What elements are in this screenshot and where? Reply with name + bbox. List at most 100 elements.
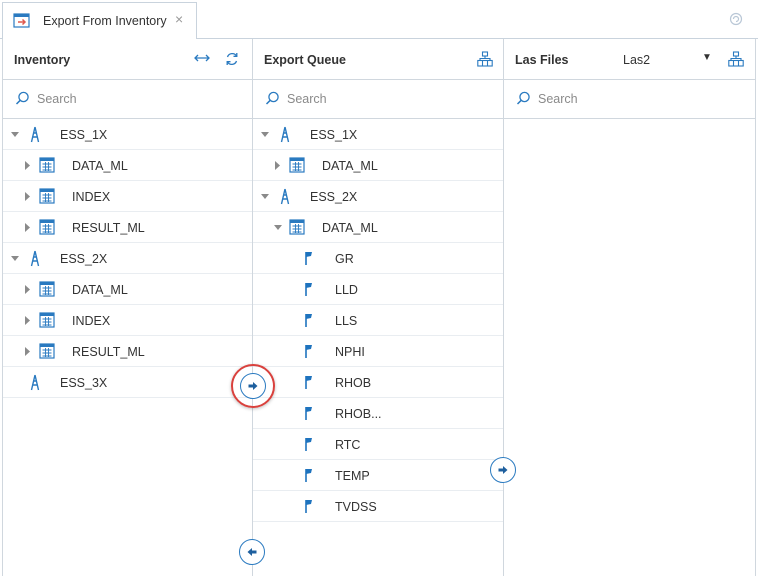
export-document-icon	[13, 13, 31, 32]
queue-curve-row[interactable]: RHOB...	[253, 398, 503, 429]
dataset-icon	[39, 343, 55, 362]
dropdown-arrow-icon[interactable]: ▼	[702, 52, 712, 63]
caret-right-icon[interactable]	[23, 212, 35, 243]
inventory-search-input[interactable]	[37, 89, 217, 109]
well-derrick-icon	[279, 126, 291, 146]
tree-dataset-label: DATA_ML	[72, 283, 128, 297]
queue-curve-label: LLS	[335, 314, 358, 328]
caret-down-icon[interactable]	[260, 119, 272, 150]
queue-dataset-row[interactable]: DATA_ML	[253, 212, 503, 243]
curve-flag-icon	[303, 467, 315, 486]
hierarchy-icon[interactable]	[728, 51, 744, 70]
dataset-icon	[39, 219, 55, 238]
move-to-las-button[interactable]	[490, 457, 516, 483]
las-files-panel: Las Files Las2 ▼	[504, 39, 756, 576]
caret-right-icon[interactable]	[23, 181, 35, 212]
tree-well-row[interactable]: ESS_1X	[3, 119, 252, 150]
queue-curve-row[interactable]: GR	[253, 243, 503, 274]
tree-dataset-label: RESULT_ML	[72, 221, 145, 235]
search-icon	[516, 91, 531, 109]
inventory-search	[3, 80, 252, 119]
expand-horizontal-icon[interactable]	[193, 51, 211, 68]
caret-right-icon[interactable]	[23, 305, 35, 336]
dataset-icon	[289, 157, 305, 176]
well-derrick-icon	[29, 250, 41, 270]
tree-well-row[interactable]: ESS_2X	[3, 243, 252, 274]
tree-dataset-label: INDEX	[72, 190, 111, 204]
caret-down-icon[interactable]	[260, 181, 272, 212]
curve-flag-icon	[303, 405, 315, 424]
sync-icon[interactable]	[224, 51, 240, 70]
inventory-panel: Inventory Search ESS_1X DATA_ML INDEX RE…	[2, 39, 253, 576]
tree-dataset-row[interactable]: RESULT_ML	[3, 336, 252, 367]
export-queue-title: Export Queue	[264, 53, 346, 67]
export-queue-search-input[interactable]	[287, 89, 467, 109]
dataset-icon	[39, 312, 55, 331]
curve-flag-icon	[303, 374, 315, 393]
export-queue-search	[253, 80, 503, 119]
tab-title: Export From Inventory	[43, 14, 167, 28]
queue-curve-row[interactable]: NPHI	[253, 336, 503, 367]
tab-bar: Export From Inventory ×	[0, 0, 758, 39]
tree-dataset-row[interactable]: INDEX	[3, 305, 252, 336]
dataset-icon	[39, 157, 55, 176]
queue-dataset-label: DATA_ML	[322, 221, 378, 235]
queue-curve-row[interactable]: LLS	[253, 305, 503, 336]
tree-well-row[interactable]: ESS_3X	[3, 367, 252, 398]
caret-right-icon[interactable]	[273, 150, 285, 181]
tree-dataset-row[interactable]: RESULT_ML	[3, 212, 252, 243]
caret-down-icon[interactable]	[273, 212, 285, 243]
caret-right-icon[interactable]	[23, 274, 35, 305]
inventory-header: Inventory	[3, 39, 252, 80]
tree-dataset-row[interactable]: INDEX	[3, 181, 252, 212]
caret-down-icon[interactable]	[10, 119, 22, 150]
queue-curve-row[interactable]: LLD	[253, 274, 503, 305]
caret-right-icon[interactable]	[23, 150, 35, 181]
dataset-icon	[289, 219, 305, 238]
well-derrick-icon	[279, 188, 291, 208]
las-file-select[interactable]: Las2	[623, 53, 650, 67]
queue-well-row[interactable]: ESS_2X	[253, 181, 503, 212]
tree-dataset-label: INDEX	[72, 314, 111, 328]
inventory-title: Inventory	[14, 53, 71, 67]
queue-curve-label: RHOB	[335, 376, 372, 390]
las-files-search-input[interactable]	[538, 89, 718, 109]
caret-right-icon[interactable]	[23, 336, 35, 367]
queue-curve-row[interactable]: TEMP	[253, 460, 503, 491]
queue-curve-row[interactable]: RHOB	[253, 367, 503, 398]
close-icon[interactable]: ×	[175, 12, 183, 26]
las-files-search	[504, 80, 755, 119]
curve-flag-icon	[303, 498, 315, 517]
tree-dataset-row[interactable]: DATA_ML	[3, 150, 252, 181]
queue-curve-label: RHOB...	[335, 407, 382, 421]
queue-well-label: ESS_1X	[310, 128, 358, 142]
refresh-icon[interactable]	[729, 12, 743, 29]
dataset-icon	[39, 281, 55, 300]
tree-dataset-row[interactable]: DATA_ML	[3, 274, 252, 305]
queue-dataset-label: DATA_ML	[322, 159, 378, 173]
queue-curve-label: NPHI	[335, 345, 365, 359]
queue-curve-label: LLD	[335, 283, 358, 297]
queue-dataset-row[interactable]: DATA_ML	[253, 150, 503, 181]
hierarchy-icon[interactable]	[477, 51, 493, 70]
tree-dataset-label: DATA_ML	[72, 159, 128, 173]
tree-dataset-label: RESULT_ML	[72, 345, 145, 359]
caret-down-icon[interactable]	[10, 243, 22, 274]
queue-curve-row[interactable]: RTC	[253, 429, 503, 460]
queue-curve-label: TEMP	[335, 469, 370, 483]
queue-curve-row[interactable]: TVDSS	[253, 491, 503, 522]
remove-from-queue-button[interactable]	[239, 539, 265, 565]
las-files-header: Las Files Las2 ▼	[504, 39, 755, 80]
arrow-right-icon	[248, 382, 258, 390]
well-derrick-icon	[29, 374, 41, 394]
queue-well-row[interactable]: ESS_1X	[253, 119, 503, 150]
curve-flag-icon	[303, 436, 315, 455]
tree-well-label: ESS_1X	[60, 128, 108, 142]
arrow-left-icon	[247, 548, 257, 556]
curve-flag-icon	[303, 312, 315, 331]
queue-curve-label: RTC	[335, 438, 361, 452]
move-to-queue-button[interactable]	[240, 373, 266, 399]
tree-well-label: ESS_2X	[60, 252, 108, 266]
queue-curve-label: GR	[335, 252, 354, 266]
tab-export-from-inventory[interactable]: Export From Inventory ×	[2, 2, 197, 39]
